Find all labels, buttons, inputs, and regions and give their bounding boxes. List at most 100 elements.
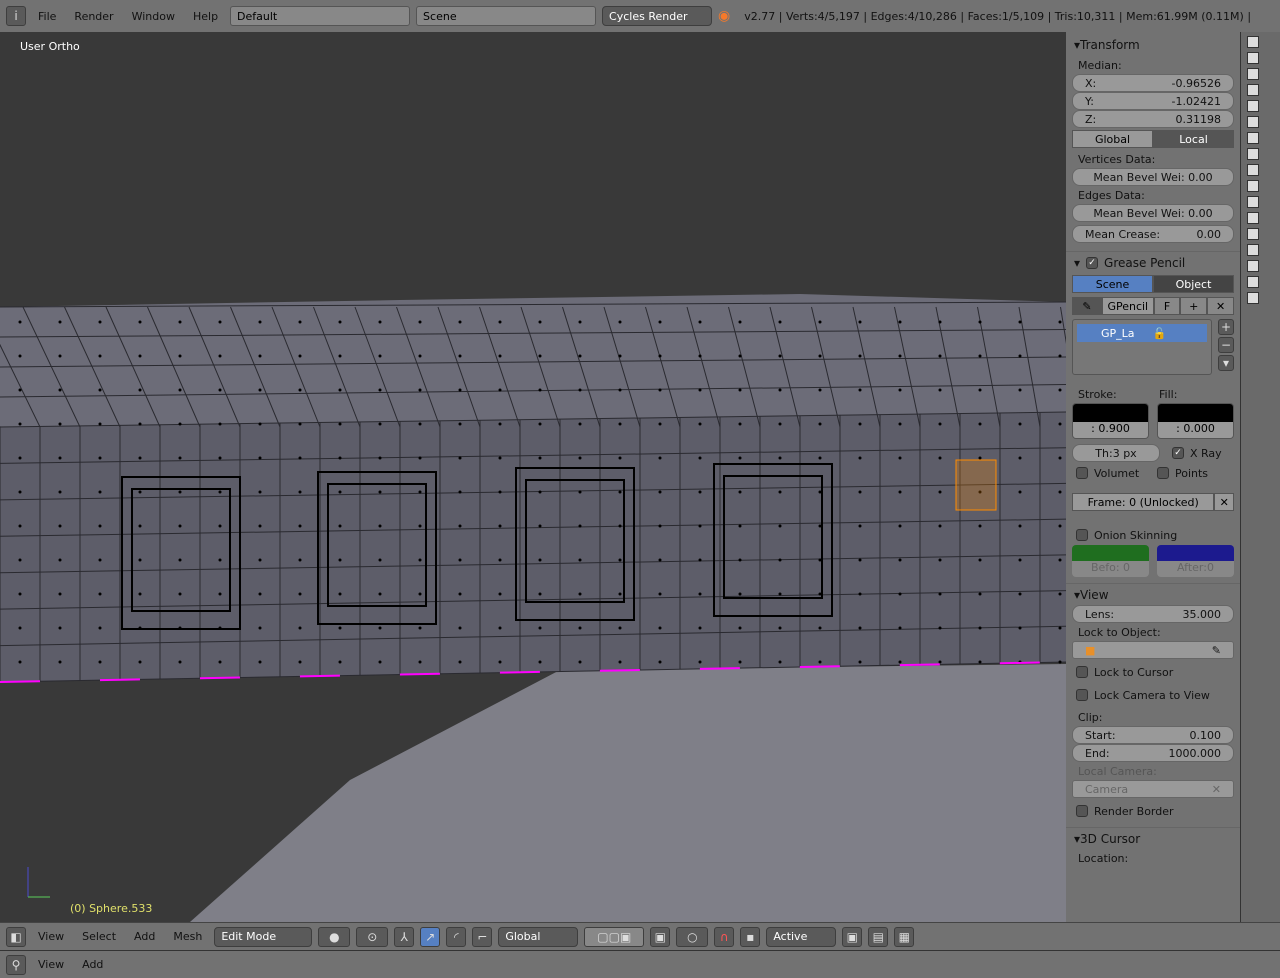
- camera-visibility-icon[interactable]: [1247, 196, 1259, 208]
- camera-visibility-icon[interactable]: [1247, 292, 1259, 304]
- clear-icon[interactable]: ✕: [1212, 783, 1221, 796]
- grease-pencil-checkbox[interactable]: ✓: [1086, 256, 1099, 269]
- gpencil-datablock[interactable]: GPencil: [1102, 297, 1154, 315]
- camera-visibility-icon[interactable]: [1247, 116, 1259, 128]
- orientation-select[interactable]: Global: [498, 926, 579, 947]
- camera-visibility-icon[interactable]: [1247, 228, 1259, 240]
- pivot-icon[interactable]: ⊙: [356, 926, 389, 947]
- editor-type-icon[interactable]: ◧: [6, 926, 26, 947]
- render-border-checkbox[interactable]: [1076, 805, 1088, 817]
- points-checkbox[interactable]: [1157, 467, 1169, 479]
- remove-layer-icon[interactable]: −: [1218, 337, 1234, 353]
- frame-delete-icon[interactable]: ✕: [1214, 493, 1234, 511]
- after-color[interactable]: After:0: [1157, 545, 1234, 577]
- eyedropper-icon[interactable]: ✎: [1212, 644, 1221, 657]
- camera-visibility-icon[interactable]: [1247, 276, 1259, 288]
- edge-bevel-field[interactable]: Mean Bevel Wei: 0.00: [1072, 204, 1234, 222]
- add-icon[interactable]: +: [1180, 297, 1208, 315]
- limit-selection-icon[interactable]: ▣: [650, 926, 671, 947]
- camera-visibility-icon[interactable]: [1247, 132, 1259, 144]
- shading-icon[interactable]: ●: [318, 926, 351, 947]
- menu-select[interactable]: Select: [76, 930, 122, 943]
- snap-target-select[interactable]: Active: [766, 926, 837, 947]
- before-frames[interactable]: Befo: 0: [1072, 561, 1149, 577]
- transform-header[interactable]: ▾ Transform: [1066, 34, 1240, 56]
- lock-icon[interactable]: 🔓: [1153, 327, 1167, 340]
- after-frames[interactable]: After:0: [1157, 561, 1234, 577]
- y-field[interactable]: Y: -1.02421: [1072, 92, 1234, 110]
- opengl-render-icon[interactable]: ▤: [868, 926, 889, 947]
- fill-color[interactable]: : 0.000: [1157, 403, 1234, 439]
- camera-visibility-icon[interactable]: [1247, 36, 1259, 48]
- clip-start-field[interactable]: Start: 0.100: [1072, 726, 1234, 744]
- local-toggle[interactable]: Local: [1153, 130, 1234, 148]
- add-layer-icon[interactable]: +: [1218, 319, 1234, 335]
- layer-menu-icon[interactable]: ▾: [1218, 355, 1234, 371]
- camera-visibility-icon[interactable]: [1247, 260, 1259, 272]
- camera-visibility-icon[interactable]: [1247, 84, 1259, 96]
- layer-list[interactable]: GP_La 🔓: [1072, 319, 1212, 375]
- 3d-viewport[interactable]: User Ortho (0) Sphere.533: [0, 32, 1066, 922]
- mode-select[interactable]: Edit Mode: [214, 926, 313, 947]
- outliner-strip[interactable]: [1240, 32, 1280, 922]
- lock-cursor-checkbox[interactable]: [1076, 666, 1088, 678]
- before-color[interactable]: Befo: 0: [1072, 545, 1149, 577]
- fake-user-button[interactable]: F: [1153, 297, 1181, 315]
- pencil-icon[interactable]: ✎: [1072, 297, 1102, 315]
- camera-field[interactable]: Camera ✕: [1072, 780, 1234, 798]
- fill-opacity[interactable]: : 0.000: [1158, 422, 1233, 438]
- cursor-header[interactable]: ▾ 3D Cursor: [1066, 827, 1240, 849]
- vertex-bevel-field[interactable]: Mean Bevel Wei: 0.00: [1072, 168, 1234, 186]
- lock-camera-checkbox[interactable]: [1076, 689, 1088, 701]
- onion-checkbox[interactable]: [1076, 529, 1088, 541]
- stroke-color[interactable]: : 0.900: [1072, 403, 1149, 439]
- crease-field[interactable]: Mean Crease: 0.00: [1072, 225, 1234, 243]
- close-icon[interactable]: ✕: [1207, 297, 1234, 315]
- gp-object-toggle[interactable]: Object: [1153, 275, 1234, 293]
- snap-element-icon[interactable]: ▪: [740, 926, 761, 947]
- lock-object-field[interactable]: ■ ✎: [1072, 641, 1234, 659]
- menu-add[interactable]: Add: [128, 930, 161, 943]
- menu-file[interactable]: File: [32, 10, 62, 23]
- manipulator-icon[interactable]: ⅄: [394, 926, 415, 947]
- layout-selector[interactable]: Default: [230, 6, 411, 26]
- xray-checkbox[interactable]: ✓: [1172, 447, 1184, 459]
- info-editor-icon[interactable]: i: [6, 6, 26, 26]
- menu-window[interactable]: Window: [126, 10, 181, 23]
- camera-visibility-icon[interactable]: [1247, 100, 1259, 112]
- snap-align-icon[interactable]: ▣: [842, 926, 863, 947]
- volumetric-checkbox[interactable]: [1076, 467, 1088, 479]
- camera-visibility-icon[interactable]: [1247, 180, 1259, 192]
- layer-item[interactable]: GP_La 🔓: [1077, 324, 1207, 342]
- timeline-menu-add[interactable]: Add: [76, 958, 109, 971]
- global-toggle[interactable]: Global: [1072, 130, 1153, 148]
- proportional-edit-icon[interactable]: ○: [676, 926, 709, 947]
- camera-visibility-icon[interactable]: [1247, 212, 1259, 224]
- menu-mesh[interactable]: Mesh: [167, 930, 208, 943]
- gp-scene-toggle[interactable]: Scene: [1072, 275, 1153, 293]
- z-field[interactable]: Z: 0.31198: [1072, 110, 1234, 128]
- camera-visibility-icon[interactable]: [1247, 164, 1259, 176]
- scene-selector[interactable]: Scene: [416, 6, 597, 26]
- timeline-editor-icon[interactable]: ⚲: [6, 954, 26, 975]
- camera-visibility-icon[interactable]: [1247, 148, 1259, 160]
- translate-icon[interactable]: ↗: [420, 926, 441, 947]
- camera-visibility-icon[interactable]: [1247, 52, 1259, 64]
- menu-view[interactable]: View: [32, 930, 70, 943]
- rotate-icon[interactable]: ◜: [446, 926, 467, 947]
- select-mode-icons[interactable]: ▢▢▣: [584, 926, 645, 947]
- view-header[interactable]: ▾ View: [1066, 583, 1240, 605]
- render-engine-select[interactable]: Cycles Render: [602, 6, 713, 26]
- scale-icon[interactable]: ⌐: [472, 926, 493, 947]
- snap-icon[interactable]: ∩: [714, 926, 735, 947]
- stroke-opacity[interactable]: : 0.900: [1073, 422, 1148, 438]
- camera-visibility-icon[interactable]: [1247, 68, 1259, 80]
- timeline-menu-view[interactable]: View: [32, 958, 70, 971]
- thickness-field[interactable]: Th:3 px: [1072, 444, 1160, 462]
- grease-pencil-header[interactable]: ▾ ✓ Grease Pencil: [1066, 251, 1240, 273]
- frame-lock-field[interactable]: Frame: 0 (Unlocked): [1072, 493, 1215, 511]
- opengl-anim-icon[interactable]: ▦: [894, 926, 915, 947]
- menu-help[interactable]: Help: [187, 10, 224, 23]
- camera-visibility-icon[interactable]: [1247, 244, 1259, 256]
- menu-render[interactable]: Render: [68, 10, 119, 23]
